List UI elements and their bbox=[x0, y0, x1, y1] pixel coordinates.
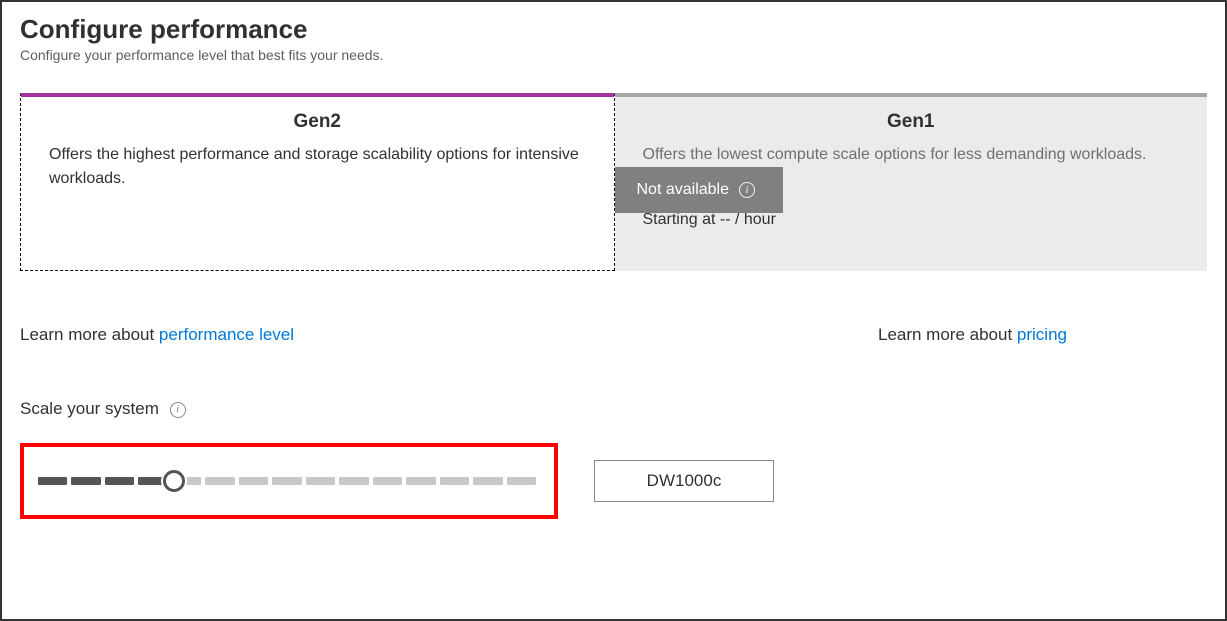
learn-more-pricing: Learn more about pricing bbox=[878, 325, 1067, 345]
not-available-text: Not available bbox=[637, 181, 730, 199]
scale-slider[interactable] bbox=[38, 477, 540, 485]
tier-card-gen1: Gen1 Offers the lowest compute scale opt… bbox=[615, 93, 1208, 271]
tier-gen1-desc: Offers the lowest compute scale options … bbox=[643, 143, 1180, 167]
tier-tiles: Gen2 Offers the highest performance and … bbox=[20, 93, 1207, 271]
not-available-badge: Not available i bbox=[615, 167, 784, 213]
slider-segment bbox=[440, 477, 469, 485]
slider-thumb[interactable] bbox=[163, 470, 185, 492]
learn-more-row: Learn more about performance level Learn… bbox=[20, 325, 1207, 345]
slider-segment bbox=[339, 477, 368, 485]
slider-segment bbox=[38, 477, 67, 485]
pricing-link[interactable]: pricing bbox=[1017, 325, 1067, 344]
scale-value-display: DW1000c bbox=[594, 460, 774, 502]
slider-segment bbox=[306, 477, 335, 485]
price-prefix: Learn more about bbox=[878, 325, 1017, 344]
tier-card-gen2[interactable]: Gen2 Offers the highest performance and … bbox=[20, 93, 615, 271]
tier-gen1-title: Gen1 bbox=[643, 111, 1180, 133]
page-title: Configure performance bbox=[20, 14, 1207, 45]
slider-segment bbox=[239, 477, 268, 485]
page-subtitle: Configure your performance level that be… bbox=[20, 47, 1207, 63]
performance-level-link[interactable]: performance level bbox=[159, 325, 294, 344]
slider-segment bbox=[473, 477, 502, 485]
slider-highlight bbox=[20, 443, 558, 519]
learn-more-performance: Learn more about performance level bbox=[20, 325, 294, 345]
slider-segment bbox=[105, 477, 134, 485]
slider-segment bbox=[272, 477, 301, 485]
slider-segment bbox=[373, 477, 402, 485]
slider-row: DW1000c bbox=[20, 443, 1207, 519]
slider-segment bbox=[71, 477, 100, 485]
scale-system-label: Scale your system i bbox=[20, 399, 1207, 419]
tier-gen1-footer: Starting at -- / hour bbox=[643, 211, 1180, 229]
tier-gen2-title: Gen2 bbox=[49, 111, 586, 133]
slider-segment bbox=[507, 477, 536, 485]
slider-segment bbox=[205, 477, 234, 485]
tier-gen2-desc: Offers the highest performance and stora… bbox=[49, 143, 586, 191]
scale-label-text: Scale your system bbox=[20, 399, 159, 418]
perf-prefix: Learn more about bbox=[20, 325, 159, 344]
slider-segment bbox=[406, 477, 435, 485]
info-icon[interactable]: i bbox=[739, 182, 755, 198]
info-icon[interactable]: i bbox=[170, 402, 186, 418]
